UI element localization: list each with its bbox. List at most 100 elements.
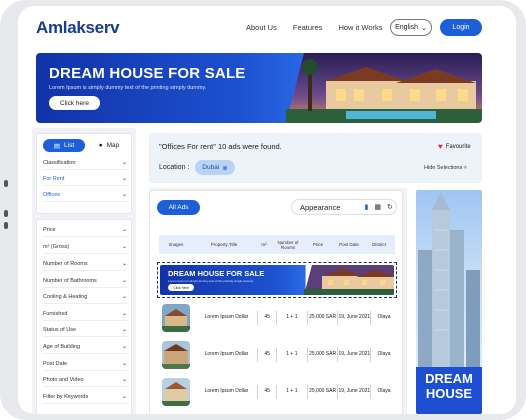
- filter-label: Furnished: [43, 310, 68, 317]
- table-header: Images Property Title m² Number of Rooms…: [159, 235, 395, 254]
- language-value: English: [395, 24, 419, 31]
- ad-villa-image: [304, 265, 394, 295]
- chevron-down-icon: ⌄: [421, 24, 427, 32]
- tab-map[interactable]: ● Map: [88, 139, 130, 152]
- ad-content: DREAM HOUSE FOR SALE Lorem Ipsum is simp…: [160, 265, 394, 295]
- filter-post-date[interactable]: Post Date ⌄: [43, 357, 127, 371]
- price-value: 25,000 SAR: [309, 314, 337, 320]
- hero-subtitle: Lorem Ipsum is simply dummy text of the …: [49, 85, 207, 91]
- location-label: Location :: [159, 164, 190, 171]
- filter-bathrooms[interactable]: Number of Bathrooms ⌄: [43, 274, 127, 288]
- side-ad-banner[interactable]: DREAM HOUSE: [416, 190, 482, 414]
- district-value: Olaya: [377, 351, 391, 357]
- filter-label: For Rent: [43, 175, 65, 182]
- ad-title: DREAM HOUSE FOR SALE: [168, 269, 265, 278]
- filter-status-of-use[interactable]: Status of Use ⌄: [43, 323, 127, 337]
- chevron-down-icon: ⌄: [121, 294, 127, 300]
- post-date-value: 19, June 2021: [338, 388, 371, 394]
- villa-image: [286, 53, 482, 123]
- filter-age-of-building[interactable]: Age of Building ⌄: [43, 340, 127, 354]
- view-tabs: ▤ List ● Map: [43, 139, 130, 152]
- table-row[interactable]: Lorem Ipsum Dollar 45 1 + 1 25,000 SAR 1…: [157, 301, 397, 334]
- ad-subtitle: Lorem Ipsum is simply dummy text of the …: [168, 279, 254, 283]
- column-district: District: [372, 242, 386, 247]
- filter-label: Classification: [43, 159, 76, 166]
- house-image: [162, 303, 190, 332]
- house-image: [162, 377, 190, 406]
- chevron-down-icon: ⌄: [121, 261, 127, 267]
- login-button[interactable]: Login: [440, 19, 482, 36]
- hero-click-button[interactable]: Click here: [49, 96, 100, 110]
- grid-icon[interactable]: ▦: [374, 203, 381, 211]
- chevron-down-icon: ⌄: [121, 344, 127, 350]
- filter-price[interactable]: Price ⌄: [43, 223, 127, 237]
- chevron-down-icon: ⌄: [121, 361, 127, 367]
- filter-label: Number of Bathrooms: [43, 277, 97, 284]
- filter-label: Status of Use: [43, 326, 77, 333]
- filter-m2-gross[interactable]: m² (Gross) ⌄: [43, 240, 127, 254]
- book-icon[interactable]: ▮: [364, 203, 368, 211]
- filter-keywords[interactable]: Filter by Keywords ⌄: [43, 390, 127, 404]
- price-value: 25,000 SAR: [309, 351, 337, 357]
- refresh-icon[interactable]: ↻: [387, 203, 393, 211]
- tab-list[interactable]: ▤ List: [43, 139, 85, 152]
- chevron-up-icon: ˄: [463, 165, 467, 171]
- hide-selections-label: Hide Selections: [424, 165, 463, 171]
- hide-selections-toggle[interactable]: Hide Selections ˄: [424, 165, 467, 171]
- district-value: Olaya: [377, 314, 391, 320]
- filter-for-rent[interactable]: For Rent ⌄: [43, 172, 127, 186]
- post-date-value: 19, June 2021: [338, 351, 371, 357]
- nav-how-it-works[interactable]: How it Works: [338, 23, 382, 32]
- skyscraper-image: [418, 192, 480, 367]
- language-select[interactable]: English ⌄: [390, 19, 432, 36]
- favourite-label: Favourite: [445, 143, 471, 150]
- screen: Amlakserv About Us Features How it Works…: [18, 6, 516, 414]
- sidebar-filters-card: Price ⌄ m² (Gross) ⌄ Number of Rooms ⌄ Numb…: [36, 219, 132, 414]
- brand-logo[interactable]: Amlakserv: [36, 18, 120, 38]
- tablet-frame: Amlakserv About Us Features How it Works…: [0, 0, 526, 420]
- filter-label: Post Date: [43, 360, 68, 367]
- filter-label: Filter by Keywords: [43, 393, 89, 400]
- tab-map-label: Map: [106, 142, 120, 149]
- nav-features[interactable]: Features: [293, 23, 323, 32]
- rooms-value: 1 + 1: [286, 314, 298, 320]
- property-thumbnail[interactable]: [162, 377, 190, 406]
- house-image: [162, 340, 190, 369]
- remove-icon[interactable]: ⊗: [222, 164, 227, 172]
- favourite-button[interactable]: ♥ Favourite: [438, 142, 471, 151]
- all-ads-button[interactable]: All Ads: [157, 200, 200, 215]
- tab-list-label: List: [64, 142, 75, 149]
- chevron-down-icon: ⌄: [121, 377, 127, 383]
- location-chip[interactable]: Dubai ⊗: [195, 160, 235, 175]
- filter-label: Photo and Video: [43, 376, 84, 383]
- district-value: Olaya: [377, 388, 391, 394]
- chevron-down-icon: ⌄: [121, 176, 127, 182]
- filter-offices[interactable]: Offices ⌄: [43, 188, 127, 202]
- filter-photo-video[interactable]: Photo and Video ⌄: [43, 373, 127, 387]
- table-row[interactable]: Lorem Ipsum Dollar 45 1 + 1 25,000 SAR 1…: [157, 338, 397, 371]
- top-header: Amlakserv About Us Features How it Works…: [18, 6, 516, 50]
- filter-cooling-heating[interactable]: Cooling & Heating ⌄: [43, 290, 127, 304]
- hardware-button: [4, 180, 8, 187]
- filter-label: Price: [43, 226, 56, 233]
- column-price: Price: [312, 242, 324, 247]
- filter-rooms[interactable]: Number of Rooms ⌄: [43, 257, 127, 271]
- results-summary: "Offices For rent" 10 ads were found. ♥ …: [149, 133, 482, 183]
- heart-icon: ♥: [438, 142, 443, 151]
- chevron-down-icon: ⌄: [121, 192, 127, 198]
- m2-value: 45: [264, 388, 270, 394]
- property-thumbnail[interactable]: [162, 303, 190, 332]
- results-count: "Offices For rent" 10 ads were found.: [159, 142, 282, 151]
- nav-about-us[interactable]: About Us: [246, 23, 277, 32]
- inline-ad-banner[interactable]: DREAM HOUSE FOR SALE Lorem Ipsum is simp…: [157, 262, 397, 298]
- filter-furnished[interactable]: Furnished ⌄: [43, 307, 127, 321]
- chevron-down-icon: ⌄: [121, 244, 127, 250]
- location-chip-label: Dubai: [202, 164, 220, 171]
- property-thumbnail[interactable]: [162, 340, 190, 369]
- filter-classification[interactable]: Classification ⌄: [43, 156, 127, 170]
- m2-value: 45: [264, 314, 270, 320]
- table-row[interactable]: Lorem Ipsum Dollar 45 1 + 1 25,000 SAR 1…: [157, 375, 397, 408]
- post-date-value: 19, June 2021: [338, 314, 371, 320]
- chevron-down-icon: ⌄: [121, 327, 127, 333]
- ad-click-button[interactable]: Click here: [168, 284, 194, 291]
